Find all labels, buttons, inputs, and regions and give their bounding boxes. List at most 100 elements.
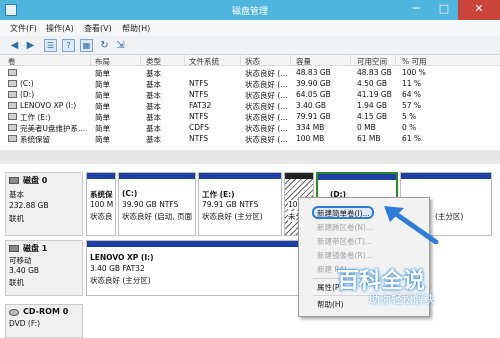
menu-bar: 文件(F) 操作(A) 查看(V) 帮助(H) [0,20,500,36]
table-cell: LENOVO XP (I:) [20,101,77,110]
col-type[interactable]: 类型 [146,56,161,67]
partition-status: 状态良好 (主分区) [202,212,263,221]
table-cell: (C:) [20,79,34,88]
volume-icon [8,124,17,131]
table-header: 卷 布局 类型 文件系统 状态 容量 可用空间 % 可用 [0,55,500,66]
cdrom-0-label[interactable]: CD-ROM 0 DVD (F:) [5,304,83,338]
partition-name: 工作 (E:) [202,190,235,199]
table-cell: 39.90 GB [296,79,331,88]
table-cell: 系统保留 [20,135,50,144]
pointer-arrow-icon [384,206,439,244]
disk-0-size: 232.88 GB [9,201,49,210]
table-cell: 0 MB [357,123,376,132]
properties-icon[interactable]: ▦ [80,39,93,52]
hard-disk-icon [9,177,19,184]
table-cell: 基本 [146,135,161,144]
menu-new-spanned-volume: 新建跨区卷(N)... [317,223,374,232]
table-cell: 100 MB [296,134,325,143]
col-volume[interactable]: 卷 [8,56,16,67]
table-cell: 状态良好 (... [245,135,288,144]
col-percent-free[interactable]: % 可用 [402,56,427,67]
maximize-button[interactable]: □ [430,0,458,20]
disk-0-status: 联机 [9,214,24,223]
partition-size: 79.91 GB NTFS [202,200,259,209]
table-row[interactable]: 工作 (E:) 简单 基本 NTFS 状态良好 (... 79.91 GB 4.15 GB 5… [0,111,500,122]
table-row[interactable]: LENOVO XP (I:) 简单 基本 FAT32 状态良好 (... 3.40 GB 1… [0,100,500,111]
disk-1-name: 磁盘 1 [23,244,48,253]
table-cell: 5 % [402,112,417,121]
col-filesystem[interactable]: 文件系统 [189,56,219,67]
table-cell: 79.91 GB [296,112,331,121]
toolbar: ◀ ▶ ☰ ? ▦ ↻ ⇲ [0,36,500,55]
table-cell: 41.19 GB [357,90,392,99]
menu-view[interactable]: 查看(V) [84,23,112,34]
table-row[interactable]: 简单 基本 状态良好 (... 48.83 GB 48.83 GB 100 % [0,67,500,78]
table-cell: CDFS [189,123,209,132]
table-row[interactable]: 系统保留 简单 基本 NTFS 状态良好 (... 100 MB 61 MB 61 % [0,133,500,144]
volume-icon [8,91,17,98]
list-icon[interactable]: ☰ [44,39,57,52]
table-cell: NTFS [189,112,209,121]
table-cell: 简单 [95,135,110,144]
menu-help[interactable]: 帮助(H) [122,23,150,34]
disk-1-type: 可移动 [9,256,32,265]
close-button[interactable]: ✕ [458,0,500,20]
table-cell: NTFS [189,90,209,99]
partition-name: 系统保 [90,190,113,199]
table-cell: NTFS [189,79,209,88]
back-icon[interactable]: ◀ [8,39,21,52]
forward-icon[interactable]: ▶ [24,39,37,52]
disk-0-name: 磁盘 0 [23,176,48,185]
table-cell: 48.83 GB [357,68,392,77]
table-cell: NTFS [189,134,209,143]
partition-system-reserved[interactable]: 系统保 100 M 状态良 [86,172,116,236]
help-icon[interactable]: ? [62,39,75,52]
watermark-subtitle: 助你轻松解决 [369,293,435,306]
table-cell: 57 % [402,101,422,110]
table-cell: 4.15 GB [357,112,388,121]
volume-table: 卷 布局 类型 文件系统 状态 容量 可用空间 % 可用 简单 基本 状态良好 (.… [0,55,500,150]
cd-drive-icon [9,309,19,316]
col-status[interactable]: 状态 [245,56,260,67]
table-cell: 64.05 GB [296,90,331,99]
partition-name: LENOVO XP (I:) [90,253,154,262]
export-icon[interactable]: ⇲ [114,39,127,52]
table-cell: (D:) [20,90,35,99]
col-capacity[interactable]: 容量 [296,56,311,67]
disk-1-label[interactable]: 磁盘 1 可移动 3.40 GB 联机 [5,240,83,296]
pane-splitter[interactable] [0,150,500,164]
menu-new-simple-volume[interactable]: 新建简单卷(I)... [317,208,370,219]
minimize-button[interactable]: ─ [402,0,430,20]
volume-icon [8,102,17,109]
table-row[interactable]: 完美者U盘维护系... 简单 基本 CDFS 状态良好 (... 334 MB 0 MB 0 … [0,122,500,133]
partition-status: 状态良 [90,212,113,221]
partition-size: 39.90 GB NTFS [122,200,179,209]
partition-size: 100 M [90,200,114,209]
watermark-logo: 百科全说 助你轻松解决 [337,263,463,311]
table-row[interactable]: (C:) 简单 基本 NTFS 状态良好 (... 39.90 GB 4.50 GB 11 % [0,78,500,89]
table-cell: 64 % [402,90,422,99]
refresh-icon[interactable]: ↻ [98,39,111,52]
menu-new-mirrored-volume: 新建镜像卷(R)... [317,251,373,260]
col-layout[interactable]: 布局 [95,56,110,67]
volume-icon [8,69,17,76]
table-cell: 61 MB [357,134,381,143]
table-cell: 3.40 GB [296,101,327,110]
partition-e[interactable]: 工作 (E:) 79.91 GB NTFS 状态良好 (主分区) [198,172,282,236]
volume-icon [8,80,17,87]
menu-action[interactable]: 操作(A) [46,23,74,34]
partition-lenovo-xp[interactable]: LENOVO XP (I:) 3.40 GB FAT32 状态良好 (主分区) [86,240,300,296]
table-cell: 334 MB [296,123,325,132]
volume-icon [8,113,17,120]
disk-0-label[interactable]: 磁盘 0 基本 232.88 GB 联机 [5,172,83,236]
menu-file[interactable]: 文件(F) [10,23,37,34]
partition-name: (C:) [122,189,138,198]
col-free-space[interactable]: 可用空间 [357,56,387,67]
volume-icon [8,135,17,142]
partition-c[interactable]: (C:) 39.90 GB NTFS 状态良好 (启动, 页面 [118,172,196,236]
table-cell: FAT32 [189,101,212,110]
table-cell: 11 % [402,79,422,88]
removable-disk-icon [9,245,19,252]
table-row[interactable]: (D:) 简单 基本 NTFS 状态良好 (... 64.05 GB 41.19 GB 64 … [0,89,500,100]
title-bar: 磁盘管理 ─ □ ✕ [0,0,500,20]
